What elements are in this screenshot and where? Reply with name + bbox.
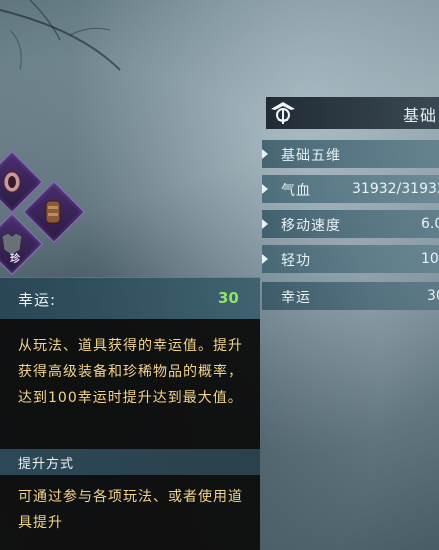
stat-arrow-icon	[262, 184, 268, 194]
stat-value: 6.0	[421, 216, 439, 232]
item-grid: 珍	[0, 140, 90, 280]
stat-value: 31932/31932	[352, 181, 439, 197]
stat-label: 幸运	[281, 290, 311, 306]
tooltip-method: 可通过参与各项玩法、或者使用道具提升	[18, 489, 243, 531]
stat-label: 移动速度	[281, 218, 341, 234]
bracer-item-icon	[39, 197, 69, 227]
sect-emblem-icon	[271, 102, 295, 124]
stat-arrow-icon	[262, 149, 268, 159]
stat-label: 气血	[281, 183, 311, 199]
tooltip-section-title: 提升方式	[18, 457, 75, 472]
stat-arrow-icon	[262, 219, 268, 229]
branch-decoration	[0, 0, 121, 71]
tooltip-stat-value: 30	[218, 289, 239, 307]
tooltip-description: 从玩法、道具获得的幸运值。提升获得高级装备和珍稀物品的概率，达到100幸运时提升…	[18, 338, 243, 406]
rare-tag: 珍	[10, 254, 20, 265]
stat-value: 100	[421, 251, 439, 267]
stat-arrow-icon	[262, 254, 268, 264]
stat-label: 基础五维	[281, 148, 341, 164]
stat-value: 30	[427, 288, 439, 304]
tooltip-stat-name: 幸运:	[18, 291, 57, 309]
stat-label: 轻功	[281, 253, 311, 269]
panel-title: 基础	[403, 106, 438, 125]
ring-item-icon	[0, 167, 27, 197]
